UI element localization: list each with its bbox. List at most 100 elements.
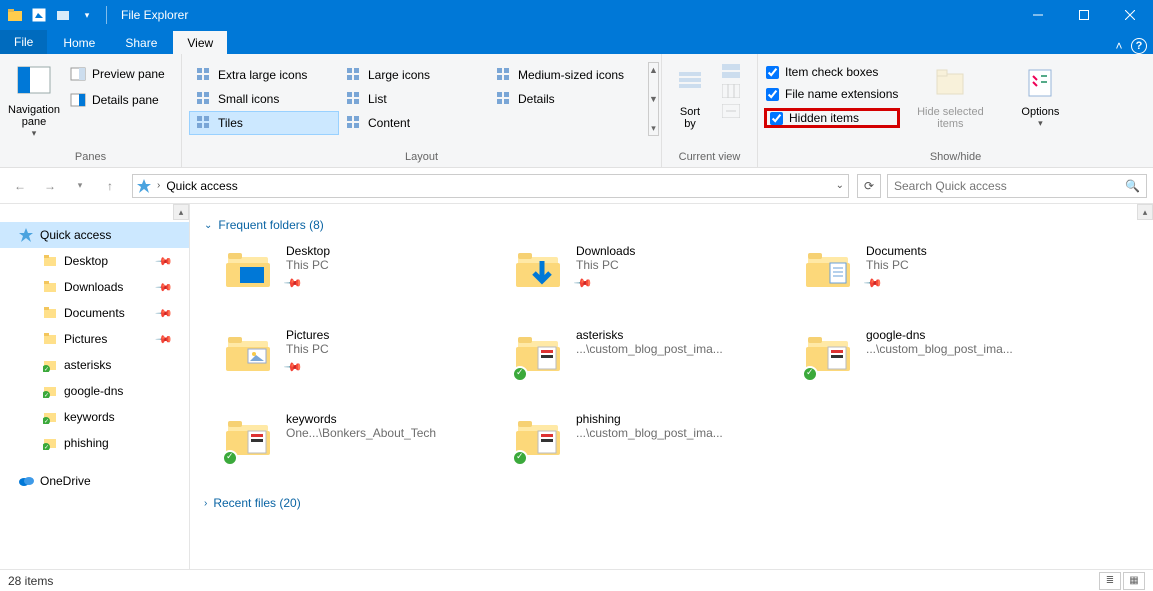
group-current-view-label: Current view — [668, 149, 751, 165]
content-pane: ▴ ⌄ Frequent folders (8) DesktopThis PC📌… — [190, 204, 1153, 569]
maximize-button[interactable] — [1061, 0, 1107, 30]
tree-item-desktop[interactable]: Desktop📌 — [0, 248, 189, 274]
search-icon[interactable]: 🔍 — [1125, 179, 1140, 193]
tree-item-pictures[interactable]: Pictures📌 — [0, 326, 189, 352]
layout-scroll[interactable]: ▲ ▼ ▾ — [648, 62, 659, 136]
forward-button[interactable]: → — [36, 172, 64, 200]
folder-icon — [42, 331, 58, 347]
view-large-button[interactable]: ▦ — [1123, 572, 1145, 590]
back-button[interactable]: ← — [6, 172, 34, 200]
ribbon: Navigation pane ▾ Preview pane Details p… — [0, 54, 1153, 168]
folder-tile-keywords[interactable]: keywordsOne...\Bonkers_About_Tech — [220, 408, 510, 488]
collapse-ribbon-icon[interactable]: ˄ — [1111, 38, 1127, 54]
svg-text:✓: ✓ — [44, 445, 49, 450]
navigation-pane-button[interactable]: Navigation pane ▾ — [6, 58, 62, 139]
folder-icon — [42, 305, 58, 321]
scroll-expand-icon[interactable]: ▾ — [649, 121, 658, 135]
pin-icon: 📌 — [155, 278, 174, 297]
layout-option-details[interactable]: Details — [489, 87, 639, 111]
tab-home[interactable]: Home — [49, 31, 109, 54]
frequent-folders-header[interactable]: ⌄ Frequent folders (8) — [204, 218, 1147, 232]
layout-option-medium-sized-icons[interactable]: Medium-sized icons — [489, 63, 639, 87]
refresh-button[interactable]: ⟳ — [857, 174, 881, 198]
preview-pane-button[interactable]: Preview pane — [66, 64, 169, 84]
folder-icon — [224, 244, 276, 296]
tile-name: keywords — [286, 412, 436, 426]
sort-by-button[interactable]: Sort by — [668, 60, 712, 130]
tree-quick-access[interactable]: Quick access — [0, 222, 189, 248]
body: ▴ Quick access Desktop📌Downloads📌Documen… — [0, 204, 1153, 569]
hide-selected-button: Hide selected items — [910, 60, 990, 130]
options-button[interactable]: Options ▾ — [1000, 60, 1080, 129]
window-title: File Explorer — [121, 8, 188, 22]
folder-icon — [224, 328, 276, 380]
tile-sublabel: This PC — [286, 342, 329, 356]
group-panes-label: Panes — [6, 149, 175, 165]
breadcrumb-dropdown-icon[interactable]: ⌄ — [836, 180, 844, 191]
tab-file[interactable]: File — [0, 30, 47, 54]
folder-tile-documents[interactable]: DocumentsThis PC📌 — [800, 240, 1090, 320]
layout-option-list[interactable]: List — [339, 87, 489, 111]
folder-tile-google-dns[interactable]: google-dns...\custom_blog_post_ima... — [800, 324, 1090, 404]
layout-option-tiles[interactable]: Tiles — [189, 111, 339, 135]
folder-tile-pictures[interactable]: PicturesThis PC📌 — [220, 324, 510, 404]
recent-files-header[interactable]: › Recent files (20) — [204, 496, 1147, 510]
folder-tile-phishing[interactable]: phishing...\custom_blog_post_ima... — [510, 408, 800, 488]
tree-onedrive[interactable]: OneDrive — [0, 468, 189, 494]
folder-icon — [514, 412, 566, 464]
up-button[interactable]: ↑ — [96, 172, 124, 200]
layout-option-small-icons[interactable]: Small icons — [189, 87, 339, 111]
tile-name: google-dns — [866, 328, 1013, 342]
layout-option-extra-large-icons[interactable]: Extra large icons — [189, 63, 339, 87]
tab-view[interactable]: View — [173, 31, 227, 54]
tree-item-asterisks[interactable]: ✓asterisks — [0, 352, 189, 378]
search-input[interactable] — [894, 179, 1125, 193]
minimize-button[interactable] — [1015, 0, 1061, 30]
size-columns-icon[interactable] — [722, 104, 740, 118]
search-box[interactable]: 🔍 — [887, 174, 1147, 198]
close-button[interactable] — [1107, 0, 1153, 30]
layout-option-large-icons[interactable]: Large icons — [339, 63, 489, 87]
tree-item-keywords[interactable]: ✓keywords — [0, 404, 189, 430]
tile-name: phishing — [576, 412, 723, 426]
frequent-folders-label: Frequent folders (8) — [218, 218, 323, 232]
scroll-up-icon[interactable]: ▲ — [649, 63, 658, 77]
options-label: Options — [1000, 106, 1080, 118]
folder-tile-asterisks[interactable]: asterisks...\custom_blog_post_ima... — [510, 324, 800, 404]
hidden-items-checkbox[interactable]: Hidden items — [764, 108, 900, 128]
details-pane-button[interactable]: Details pane — [66, 90, 169, 110]
folder-tile-desktop[interactable]: DesktopThis PC📌 — [220, 240, 510, 320]
folder-icon: ✓ — [42, 357, 58, 373]
breadcrumb-location[interactable]: Quick access — [166, 179, 237, 193]
layout-option-content[interactable]: Content — [339, 111, 489, 135]
breadcrumb[interactable]: › Quick access ⌄ — [132, 174, 849, 198]
tree-item-documents[interactable]: Documents📌 — [0, 300, 189, 326]
tile-name: Documents — [866, 244, 927, 258]
recent-locations-button[interactable]: ▾ — [66, 172, 94, 200]
tab-share[interactable]: Share — [111, 31, 171, 54]
pin-icon: 📌 — [283, 357, 303, 377]
file-extensions-checkbox[interactable]: File name extensions — [764, 86, 900, 102]
help-icon[interactable]: ? — [1131, 38, 1147, 54]
tile-name: Desktop — [286, 244, 330, 258]
navigation-pane-label: Navigation pane — [6, 104, 62, 128]
qat-newfolder-icon[interactable] — [54, 6, 72, 24]
qat-dropdown-icon[interactable]: ▾ — [78, 6, 96, 24]
status-bar: 28 items ≣ ▦ — [0, 569, 1153, 591]
recent-files-label: Recent files (20) — [213, 496, 300, 510]
tree-item-google-dns[interactable]: ✓google-dns — [0, 378, 189, 404]
tree-scroll-up[interactable]: ▴ — [173, 204, 189, 220]
qat-properties-icon[interactable] — [30, 6, 48, 24]
sync-badge-icon — [512, 366, 528, 382]
view-details-button[interactable]: ≣ — [1099, 572, 1121, 590]
explorer-icon — [6, 6, 24, 24]
add-columns-icon[interactable] — [722, 84, 740, 98]
tree-item-downloads[interactable]: Downloads📌 — [0, 274, 189, 300]
scroll-down-icon[interactable]: ▼ — [649, 92, 658, 106]
item-checkboxes-checkbox[interactable]: Item check boxes — [764, 64, 900, 80]
folder-tile-downloads[interactable]: DownloadsThis PC📌 — [510, 240, 800, 320]
tree-item-phishing[interactable]: ✓phishing — [0, 430, 189, 456]
chevron-right-icon[interactable]: › — [157, 180, 160, 191]
content-scroll-up[interactable]: ▴ — [1137, 204, 1153, 220]
group-by-icon[interactable] — [722, 64, 740, 78]
